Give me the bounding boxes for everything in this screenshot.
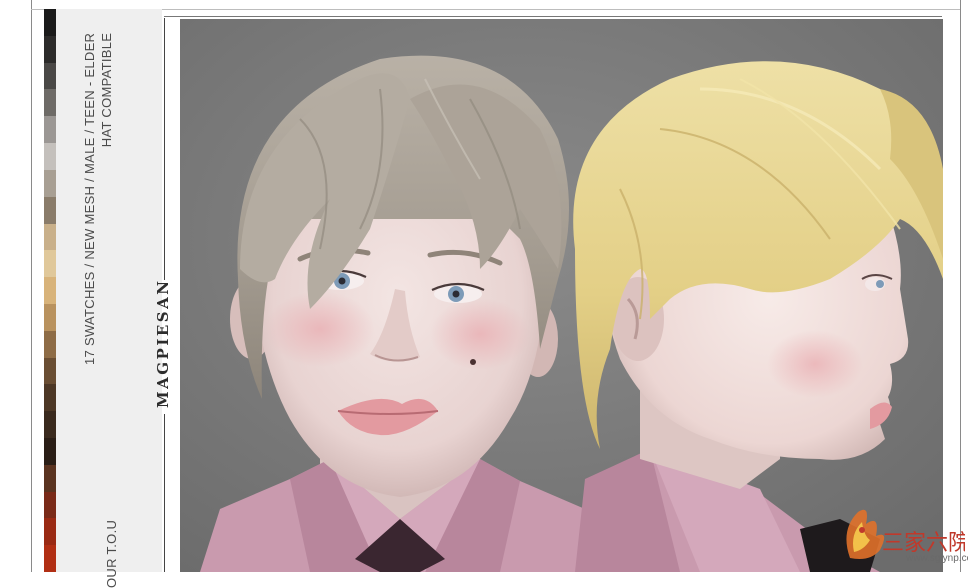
top-divider (31, 9, 960, 10)
hair-color-swatch (44, 303, 56, 331)
tou-label: OUR T.O.U (104, 519, 119, 588)
hair-color-swatch (44, 518, 56, 546)
hair-color-swatch (44, 438, 56, 465)
hair-color-swatch (44, 250, 56, 278)
hair-color-swatch (44, 116, 56, 144)
hair-color-swatch (44, 196, 56, 224)
hair-color-swatch (44, 384, 56, 412)
hair-color-swatch (44, 89, 56, 117)
hair-color-swatch (44, 169, 56, 197)
hair-color-swatch (44, 491, 56, 519)
hair-color-swatch (44, 545, 56, 573)
color-swatch-strip (44, 9, 56, 573)
product-specs: 17 SWATCHES / NEW MESH / MALE / TEEN - E… (82, 32, 97, 365)
hair-color-swatch (44, 223, 56, 251)
hair-color-swatch (44, 357, 56, 385)
brand-rule-bottom (164, 414, 165, 572)
preview-illustration (180, 19, 943, 572)
brand-rule-top (164, 18, 165, 280)
hair-color-swatch (44, 35, 56, 63)
product-info-text: 17 SWATCHES / NEW MESH / MALE / TEEN - E… (81, 33, 115, 365)
hat-compat-label: HAT COMPATIBLE (99, 32, 114, 148)
hair-color-swatch (44, 143, 56, 170)
hairstyle-preview-image (180, 19, 943, 572)
photo-frame-rule (164, 16, 942, 17)
hair-color-swatch (44, 330, 56, 358)
hair-color-swatch (44, 62, 56, 90)
hair-color-swatch (44, 9, 56, 36)
hair-color-swatch (44, 411, 56, 438)
hair-color-swatch (44, 464, 56, 492)
brand-name: MAGPIESAN (154, 278, 172, 408)
watermark-site: www.sglynp.com (906, 553, 968, 564)
hair-color-swatch (44, 277, 56, 304)
